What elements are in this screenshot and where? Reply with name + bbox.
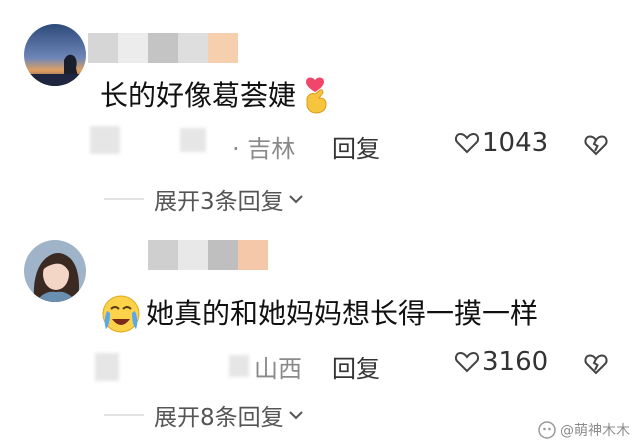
chevron-down-icon (288, 411, 303, 420)
watermark: @萌神木木 (538, 420, 630, 440)
like-count: 1043 (482, 128, 549, 158)
comment-text-row: 她真的和她妈妈想长得一摸一样 (100, 293, 538, 335)
expand-replies-button[interactable]: 展开8条回复 (104, 398, 304, 432)
comment-text: 她真的和她妈妈想长得一摸一样 (146, 297, 539, 330)
divider-line (104, 414, 144, 416)
broken-heart-icon[interactable] (583, 351, 609, 377)
divider-line (104, 198, 144, 200)
comment-text: 长的好像葛荟婕 (100, 79, 297, 112)
comment-item: 她真的和她妈妈想长得一摸一样 山西 回复 3160 展开8条回复 (0, 222, 640, 448)
heart-outline-icon (454, 132, 480, 154)
expand-replies-label: 展开8条回复 (154, 405, 284, 431)
expand-replies-button[interactable]: 展开3条回复 (104, 182, 304, 216)
heart-outline-icon (454, 351, 480, 373)
meta-mosaic (90, 126, 206, 154)
comment-item: 长的好像葛荟婕 · 吉林 回复 1043 展开3条回复 (0, 0, 640, 222)
like-button[interactable]: 1043 (454, 128, 548, 158)
platform-logo-icon (538, 421, 556, 439)
reply-button[interactable]: 回复 (332, 349, 380, 384)
avatar[interactable] (24, 240, 86, 302)
comment-text-row: 长的好像葛荟婕 (100, 76, 332, 116)
reply-button[interactable]: 回复 (332, 129, 380, 164)
crying-face-icon (100, 293, 142, 335)
expand-replies-label: 展开3条回复 (154, 189, 284, 215)
finger-heart-icon (298, 76, 332, 116)
like-count: 3160 (482, 347, 549, 377)
broken-heart-icon[interactable] (583, 132, 609, 158)
meta-mosaic (95, 353, 249, 381)
location-label: · 吉林 (232, 135, 296, 163)
location-label: 山西 (254, 355, 302, 383)
username-mosaic[interactable] (88, 33, 238, 63)
chevron-down-icon (288, 195, 303, 204)
avatar[interactable] (24, 24, 86, 86)
username-mosaic[interactable] (148, 240, 268, 270)
like-button[interactable]: 3160 (454, 347, 548, 377)
watermark-text: @萌神木木 (560, 423, 630, 439)
